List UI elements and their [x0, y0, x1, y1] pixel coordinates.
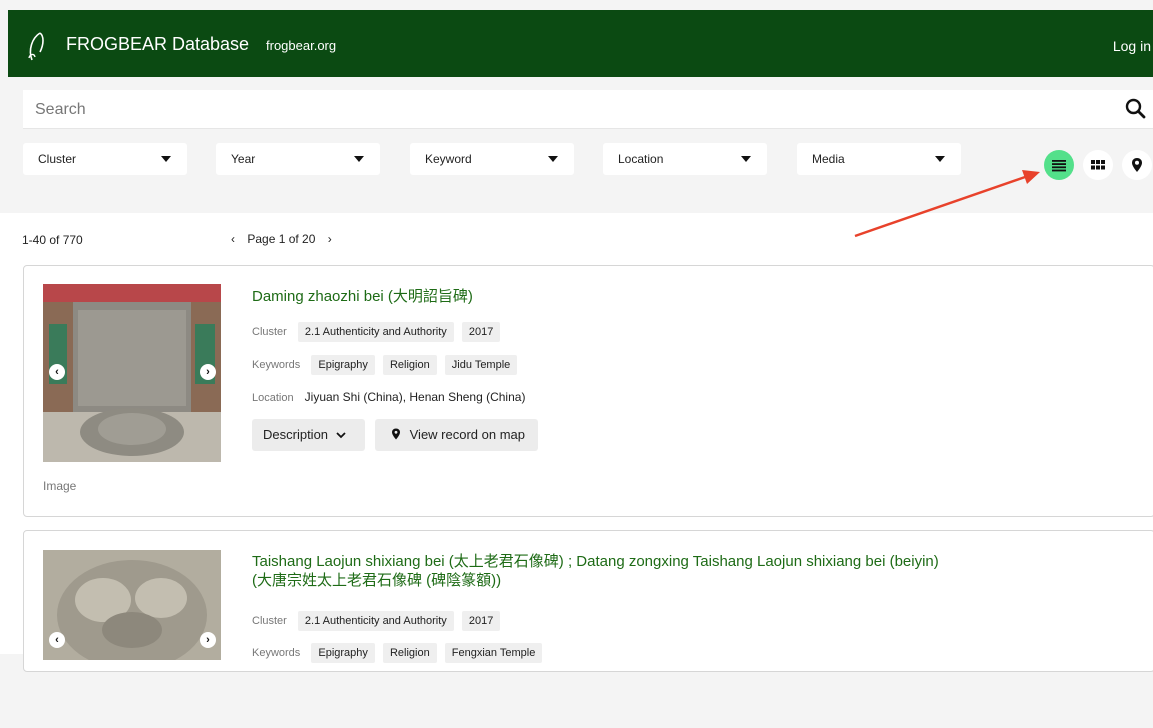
record-title-line: Taishang Laojun shixiang bei (太上老君石像碑) ;… — [252, 553, 939, 570]
view-on-map-label: View record on map — [409, 427, 525, 442]
record-title-link[interactable]: Taishang Laojun shixiang bei (太上老君石像碑) ;… — [252, 552, 939, 590]
caret-down-icon — [741, 156, 751, 162]
filter-label: Cluster — [38, 152, 77, 166]
keyword-tag[interactable]: Epigraphy — [311, 355, 375, 375]
caret-down-icon — [935, 156, 945, 162]
next-image-button[interactable]: › — [200, 364, 216, 380]
location-label: Location — [252, 392, 294, 404]
grid-view-button[interactable] — [1083, 150, 1113, 180]
pagination: ‹ Page 1 of 20 › — [226, 232, 337, 246]
chevron-down-icon — [336, 432, 346, 439]
map-pin-icon — [392, 428, 400, 440]
keyword-tag[interactable]: Fengxian Temple — [444, 643, 543, 663]
media-type-caption: Image — [43, 479, 77, 493]
description-toggle-button[interactable]: Description — [252, 419, 365, 451]
keyword-filter[interactable]: Keyword — [410, 143, 574, 175]
list-icon — [1052, 160, 1066, 172]
record-title-line: (大唐宗姓太上老君石像碑 (碑陰篆額)) — [252, 572, 502, 589]
year-tag[interactable]: 2017 — [461, 611, 501, 631]
record-card: ‹ › Image Daming zhaozhi bei (大明詔旨碑) Clu… — [23, 265, 1153, 517]
description-label: Description — [263, 427, 329, 442]
year-tag[interactable]: 2017 — [461, 322, 501, 342]
keywords-label: Keywords — [252, 359, 301, 371]
grid-icon — [1091, 160, 1105, 170]
filter-label: Keyword — [425, 152, 472, 166]
filter-label: Year — [231, 152, 256, 166]
search-input[interactable] — [33, 96, 1097, 124]
filter-label: Location — [618, 152, 664, 166]
record-image-carousel[interactable]: ‹ › — [43, 550, 221, 728]
search-icon[interactable] — [1123, 96, 1149, 122]
keyword-tag[interactable]: Epigraphy — [311, 643, 375, 663]
record-image-carousel[interactable]: ‹ › — [43, 284, 221, 462]
record-title-link[interactable]: Daming zhaozhi bei (大明詔旨碑) — [252, 287, 473, 306]
location-filter[interactable]: Location — [603, 143, 767, 175]
map-view-button[interactable] — [1122, 150, 1152, 180]
list-view-button[interactable] — [1044, 150, 1074, 180]
record-card: ‹ › Taishang Laojun shixiang bei (太上老君石像… — [23, 530, 1153, 672]
login-link[interactable]: Log in — [1113, 38, 1151, 54]
chevron-right-icon[interactable]: › — [323, 232, 337, 246]
cluster-tag[interactable]: 2.1 Authenticity and Authority — [297, 611, 454, 631]
previous-image-button[interactable]: ‹ — [49, 364, 65, 380]
previous-image-button[interactable]: ‹ — [49, 632, 65, 648]
cluster-tag[interactable]: 2.1 Authenticity and Authority — [297, 322, 454, 342]
app-title[interactable]: FROGBEAR Database — [66, 34, 249, 55]
keyword-tag[interactable]: Religion — [382, 643, 437, 663]
map-pin-icon — [1132, 158, 1142, 172]
search-bar — [23, 90, 1153, 129]
caret-down-icon — [354, 156, 364, 162]
result-count: 1-40 of 770 — [22, 233, 83, 247]
location-value: Jiyuan Shi (China), Henan Sheng (China) — [304, 390, 526, 404]
cluster-label: Cluster — [252, 615, 287, 627]
location-row: Location Jiyuan Shi (China), Henan Sheng… — [252, 390, 525, 404]
keywords-row: Keywords Epigraphy Religion Jidu Temple — [252, 355, 522, 375]
keywords-row: Keywords Epigraphy Religion Fengxian Tem… — [252, 643, 547, 663]
top-navbar: FROGBEAR Database frogbear.org Log in — [8, 10, 1153, 77]
year-filter[interactable]: Year — [216, 143, 380, 175]
cluster-row: Cluster 2.1 Authenticity and Authority 2… — [252, 322, 505, 342]
view-on-map-button[interactable]: View record on map — [375, 419, 538, 451]
filter-label: Media — [812, 152, 845, 166]
cluster-row: Cluster 2.1 Authenticity and Authority 2… — [252, 611, 505, 631]
stele-image — [43, 550, 221, 670]
cluster-filter[interactable]: Cluster — [23, 143, 187, 175]
stele-image — [43, 284, 221, 462]
keyword-tag[interactable]: Religion — [382, 355, 437, 375]
cluster-label: Cluster — [252, 326, 287, 338]
next-image-button[interactable]: › — [200, 632, 216, 648]
keyword-tag[interactable]: Jidu Temple — [444, 355, 518, 375]
keywords-label: Keywords — [252, 647, 301, 659]
chevron-left-icon[interactable]: ‹ — [226, 232, 240, 246]
site-link[interactable]: frogbear.org — [266, 38, 336, 53]
page-indicator: Page 1 of 20 — [247, 232, 316, 246]
frogbear-logo-icon[interactable] — [26, 30, 48, 62]
media-filter[interactable]: Media — [797, 143, 961, 175]
caret-down-icon — [548, 156, 558, 162]
caret-down-icon — [161, 156, 171, 162]
